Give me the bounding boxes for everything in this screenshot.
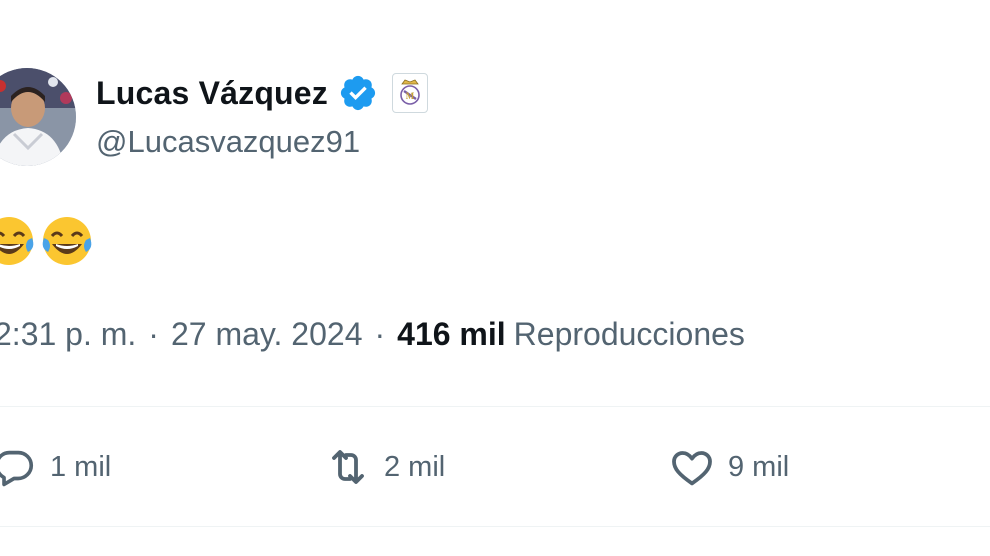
author-name-row: Lucas Vázquez M xyxy=(96,70,429,116)
tweet-time[interactable]: 2:31 p. m. xyxy=(0,316,136,353)
verified-badge-icon[interactable] xyxy=(338,73,378,113)
tweet-date[interactable]: 27 may. 2024 xyxy=(171,316,363,353)
like-count: 9 mil xyxy=(728,450,790,483)
meta-separator: · xyxy=(148,316,159,352)
avatar-photo xyxy=(0,68,76,166)
real-madrid-crest-icon[interactable]: M xyxy=(392,73,429,113)
svg-text:M: M xyxy=(406,91,415,101)
retweet-icon xyxy=(322,441,374,493)
display-name[interactable]: Lucas Vázquez xyxy=(96,75,328,112)
views-label[interactable]: Reproducciones xyxy=(514,316,745,353)
avatar[interactable] xyxy=(0,68,76,166)
tweet-text xyxy=(0,214,94,274)
reply-button[interactable]: 1 mil xyxy=(0,442,111,492)
views-count[interactable]: 416 mil xyxy=(397,316,506,353)
tweet-meta: 2:31 p. m. · 27 may. 2024 · 416 mil Repr… xyxy=(0,316,745,353)
author-handle[interactable]: @Lucasvazquez91 xyxy=(96,124,360,160)
tweet-card: Lucas Vázquez M @Lucasvazquez91 2:31 p. … xyxy=(0,0,990,556)
heart-icon xyxy=(666,441,718,493)
divider xyxy=(0,526,990,527)
divider xyxy=(0,406,990,407)
reply-count: 1 mil xyxy=(50,450,112,483)
retweet-count: 2 mil xyxy=(384,450,446,483)
laughing-tears-emoji-icon xyxy=(0,214,36,268)
retweet-button[interactable]: 2 mil xyxy=(322,442,445,492)
like-button[interactable]: 9 mil xyxy=(666,442,789,492)
meta-separator: · xyxy=(374,316,386,352)
laughing-tears-emoji-icon xyxy=(40,214,94,268)
reply-icon xyxy=(0,441,40,493)
